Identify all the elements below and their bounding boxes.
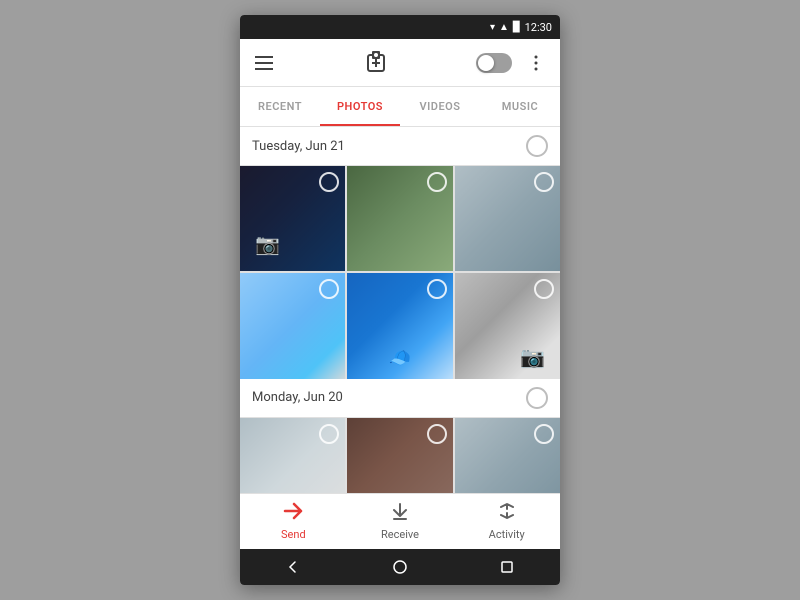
photo-select-6[interactable] <box>534 279 554 299</box>
toggle-switch[interactable] <box>476 53 512 73</box>
nav-receive[interactable]: Receive <box>347 502 454 541</box>
tab-recent[interactable]: RECENT <box>240 87 320 126</box>
photo-cell-5[interactable] <box>347 273 452 378</box>
activity-label: Activity <box>489 528 525 541</box>
photo-cell-7[interactable] <box>240 418 345 493</box>
photo-select-7[interactable] <box>319 424 339 444</box>
back-icon <box>285 559 301 575</box>
nav-activity[interactable]: Activity <box>453 502 560 541</box>
photo-cell-2[interactable] <box>347 166 452 271</box>
more-menu-button[interactable] <box>520 47 552 79</box>
photo-cell-9[interactable] <box>455 418 560 493</box>
date-group-checkbox-1[interactable] <box>526 135 548 157</box>
battery-icon: ▉ <box>513 22 521 33</box>
photo-cell-6[interactable] <box>455 273 560 378</box>
photo-cell-4[interactable] <box>240 273 345 378</box>
photo-cell-8[interactable] <box>347 418 452 493</box>
toggle-container[interactable] <box>476 53 512 73</box>
system-nav <box>240 549 560 585</box>
photo-select-3[interactable] <box>534 172 554 192</box>
signal-icon: ▲ <box>499 22 509 33</box>
send-icon <box>283 502 303 525</box>
back-button[interactable] <box>279 553 307 581</box>
status-bar: ▾ ▲ ▉ 12:30 <box>240 15 560 39</box>
wifi-icon: ▾ <box>490 22 495 33</box>
date-group-2: Monday, Jun 20 <box>240 379 560 493</box>
receive-label: Receive <box>381 528 419 541</box>
date-header-1: Tuesday, Jun 21 <box>240 127 560 166</box>
date-label-1: Tuesday, Jun 21 <box>252 139 345 154</box>
date-label-2: Monday, Jun 20 <box>252 390 343 405</box>
bottom-nav: Send Receive Activity <box>240 493 560 549</box>
hamburger-icon <box>255 56 273 70</box>
photo-select-2[interactable] <box>427 172 447 192</box>
nav-send[interactable]: Send <box>240 502 347 541</box>
status-bar-content: ▾ ▲ ▉ 12:30 <box>490 21 552 34</box>
photo-select-8[interactable] <box>427 424 447 444</box>
app-bar-title <box>288 49 468 77</box>
tabs-bar: RECENT PHOTOS VIDEOS MUSIC <box>240 87 560 127</box>
date-header-2: Monday, Jun 20 <box>240 379 560 418</box>
phone-container: ▾ ▲ ▉ 12:30 <box>240 15 560 585</box>
photo-cell-1[interactable] <box>240 166 345 271</box>
menu-button[interactable] <box>248 47 280 79</box>
send-label: Send <box>281 528 306 541</box>
photo-cell-3[interactable] <box>455 166 560 271</box>
receive-icon <box>390 502 410 525</box>
photo-grid-2 <box>240 418 560 493</box>
activity-icon <box>497 502 517 525</box>
photo-select-1[interactable] <box>319 172 339 192</box>
home-button[interactable] <box>386 553 414 581</box>
photo-select-4[interactable] <box>319 279 339 299</box>
home-icon <box>392 559 408 575</box>
content-area: Tuesday, Jun 21 <box>240 127 560 493</box>
tab-photos[interactable]: PHOTOS <box>320 87 400 126</box>
tab-videos[interactable]: VIDEOS <box>400 87 480 126</box>
tab-music[interactable]: MUSIC <box>480 87 560 126</box>
app-bar <box>240 39 560 87</box>
recents-button[interactable] <box>493 553 521 581</box>
more-vertical-icon <box>527 54 545 72</box>
date-group-1: Tuesday, Jun 21 <box>240 127 560 379</box>
recents-icon <box>499 559 515 575</box>
photo-select-9[interactable] <box>534 424 554 444</box>
date-group-checkbox-2[interactable] <box>526 387 548 409</box>
share-app-icon <box>364 49 392 77</box>
photo-select-5[interactable] <box>427 279 447 299</box>
photo-grid-1 <box>240 166 560 379</box>
time-display: 12:30 <box>525 21 552 34</box>
toggle-knob <box>478 55 494 71</box>
